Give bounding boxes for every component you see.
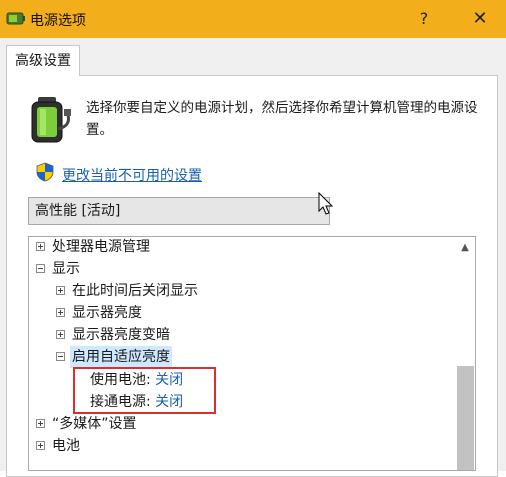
battery-plug-icon	[31, 97, 71, 143]
expand-plus-icon[interactable]	[56, 286, 65, 295]
expand-plus-icon[interactable]	[36, 419, 45, 428]
collapse-minus-icon[interactable]	[36, 264, 45, 273]
tab-advanced-settings[interactable]: 高级设置	[6, 45, 80, 76]
annotation-highlight-box	[73, 367, 216, 414]
scroll-up-arrow-icon[interactable]: ▲	[459, 242, 471, 254]
help-button[interactable]: ?	[408, 3, 440, 35]
expand-plus-icon[interactable]	[36, 242, 45, 251]
uac-shield-icon	[36, 162, 54, 182]
window-title: 电源选项	[30, 13, 86, 29]
expand-plus-icon[interactable]	[56, 308, 65, 317]
close-button[interactable]: ✕	[460, 3, 500, 35]
power-options-app-icon	[6, 12, 25, 25]
scrollbar-thumb[interactable]	[457, 366, 474, 470]
plan-description: 选择你要自定义的电源计划，然后选择你希望计算机管理的电源设置。	[86, 100, 478, 138]
expand-plus-icon[interactable]	[36, 441, 45, 450]
change-unavailable-settings-link[interactable]: 更改当前不可用的设置	[62, 165, 202, 185]
collapse-minus-icon[interactable]	[56, 352, 65, 361]
title-bar: 电源选项 ? ✕	[0, 0, 506, 38]
mouse-cursor-icon	[318, 192, 334, 215]
expand-plus-icon[interactable]	[56, 330, 65, 339]
power-plan-select[interactable]: 高性能 [活动]	[28, 197, 330, 225]
